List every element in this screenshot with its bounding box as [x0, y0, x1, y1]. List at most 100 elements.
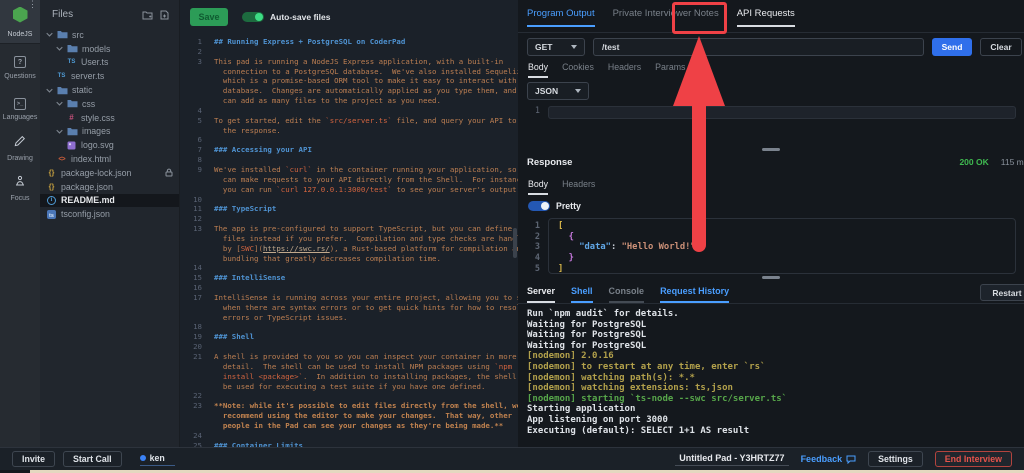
- tree-row-package-lock-json[interactable]: {}package-lock.json: [40, 166, 179, 180]
- folder-file-icon: [67, 44, 78, 53]
- server-log-line: Waiting for PostgreSQL: [527, 320, 1020, 331]
- chevron-down-icon: [571, 45, 577, 49]
- settings-button[interactable]: Settings: [868, 451, 923, 467]
- editor-line: the response.: [180, 126, 518, 136]
- tree-row-server-ts[interactable]: TSserver.ts: [40, 69, 179, 83]
- file-name: css: [82, 99, 95, 109]
- tree-row-readme-md[interactable]: i README.md: [40, 194, 179, 208]
- server-log-line: [nodemon] 2.0.16: [527, 351, 1020, 362]
- editor-line: 22: [180, 391, 518, 401]
- server-log[interactable]: Run `npm audit` for details.Waiting for …: [527, 309, 1020, 436]
- tree-row-static[interactable]: static: [40, 83, 179, 97]
- file-name: static: [72, 85, 93, 95]
- server-log-line: Run `npm audit` for details.: [527, 309, 1020, 320]
- editor-line: 14: [180, 263, 518, 273]
- tree-row-models[interactable]: models: [40, 42, 179, 56]
- server-log-line: Executing (default): SELECT 1+1 AS resul…: [527, 426, 1020, 437]
- tree-row-user-ts[interactable]: TSUser.ts: [40, 56, 179, 70]
- ts-file-icon: TS: [66, 59, 77, 65]
- tree-row-style-css[interactable]: #style.css: [40, 111, 179, 125]
- request-body-input[interactable]: [548, 106, 1016, 119]
- response-body-viewer[interactable]: 1[2 {3 "data": "Hello World!"4 }5]: [518, 221, 1016, 274]
- editor-scrollbar[interactable]: [513, 228, 517, 258]
- editor-toolbar: Save Auto-save files: [180, 0, 518, 34]
- end-interview-button[interactable]: End Interview: [935, 451, 1012, 467]
- tab-api-requests[interactable]: API Requests: [737, 8, 795, 27]
- request-tab-headers[interactable]: Headers: [608, 62, 641, 78]
- request-tab-cookies[interactable]: Cookies: [562, 62, 594, 78]
- drawing-icon: [14, 133, 26, 148]
- editor-line: which is a promise-based ORM tool to mak…: [180, 76, 518, 86]
- tree-row-tsconfig-json[interactable]: tstsconfig.json: [40, 207, 179, 221]
- autosave-toggle[interactable]: [242, 12, 264, 22]
- rail-item-focus[interactable]: Focus: [0, 167, 40, 208]
- chevron-down-icon: [56, 45, 64, 52]
- console-tab-request-history[interactable]: Request History: [660, 286, 729, 303]
- editor-line: 18: [180, 322, 518, 332]
- editor-line: 1## Running Express + PostgreSQL on Code…: [180, 37, 518, 47]
- hash-file-icon: #: [66, 113, 77, 122]
- start-call-button[interactable]: Start Call: [63, 451, 122, 467]
- editor-line: 11### TypeScript: [180, 204, 518, 214]
- rail-item-drawing[interactable]: Drawing: [0, 126, 40, 167]
- tab-private-interviewer-notes[interactable]: Private Interviewer Notes: [613, 8, 719, 27]
- request-tab-body[interactable]: Body: [528, 62, 548, 78]
- file-name: README.md: [61, 195, 115, 205]
- autosave-label: Auto-save files: [270, 12, 330, 22]
- body-type-select[interactable]: JSON: [527, 82, 589, 100]
- user-presence: ken: [140, 453, 175, 466]
- method-value: GET: [535, 42, 552, 52]
- rail-item-nodejs[interactable]: ⋮NodeJS: [0, 0, 40, 44]
- tree-row-src[interactable]: src: [40, 28, 179, 42]
- save-button[interactable]: Save: [190, 8, 228, 26]
- response-tab-body[interactable]: Body: [528, 179, 548, 195]
- request-tab-params[interactable]: Params: [655, 62, 685, 78]
- editor-line: you can run `curl 127.0.0.1:3000/test` t…: [180, 185, 518, 195]
- pretty-toggle[interactable]: [528, 201, 550, 211]
- response-status-badge: 200 OK: [959, 157, 988, 167]
- editor-line: 12: [180, 214, 518, 224]
- request-body-editor[interactable]: 1: [518, 106, 1016, 119]
- feedback-link[interactable]: Feedback: [801, 454, 857, 464]
- markdown-source[interactable]: 1## Running Express + PostgreSQL on Code…: [180, 34, 518, 450]
- invite-button[interactable]: Invite: [12, 451, 55, 467]
- response-json-line: 5]: [518, 264, 1016, 275]
- method-select[interactable]: GET: [527, 38, 585, 56]
- tree-row-index-html[interactable]: <>index.html: [40, 152, 179, 166]
- response-tab-headers[interactable]: Headers: [562, 179, 595, 195]
- editor-line: when there are syntax errors or to get q…: [180, 303, 518, 313]
- pane-resize-handle[interactable]: [518, 147, 1024, 152]
- new-folder-icon[interactable]: [142, 10, 153, 20]
- languages-icon: >_: [14, 96, 26, 111]
- editor-line: errors or TypeScript issues.: [180, 313, 518, 323]
- new-file-icon[interactable]: [160, 10, 169, 20]
- pane-resize-handle[interactable]: [518, 275, 1024, 280]
- rail-item-languages[interactable]: >_Languages: [0, 85, 40, 127]
- file-tree-header: Files: [40, 0, 179, 28]
- info-file-icon: i: [46, 196, 57, 205]
- send-button[interactable]: Send: [932, 38, 972, 56]
- url-input[interactable]: [593, 38, 924, 56]
- tab-program-output[interactable]: Program Output: [527, 8, 595, 27]
- kebab-menu-icon[interactable]: ⋮: [28, 2, 37, 6]
- tree-row-logo-svg[interactable]: logo.svg: [40, 138, 179, 152]
- console-tab-console[interactable]: Console: [609, 286, 645, 303]
- user-name: ken: [150, 453, 165, 463]
- restart-button[interactable]: Restart: [980, 284, 1024, 301]
- rail-item-questions[interactable]: ?Questions: [0, 44, 40, 85]
- clear-button[interactable]: Clear: [980, 38, 1022, 56]
- folder-file-icon: [57, 86, 68, 95]
- chevron-down-icon: [575, 89, 581, 93]
- console-tab-shell[interactable]: Shell: [571, 286, 593, 303]
- console-tab-server[interactable]: Server: [527, 286, 555, 303]
- tree-row-css[interactable]: css: [40, 97, 179, 111]
- server-log-line: [nodemon] starting `ts-node --swc src/se…: [527, 394, 1020, 405]
- pad-title[interactable]: Untitled Pad - Y3HRTZ77: [675, 453, 788, 466]
- tree-row-images[interactable]: images: [40, 125, 179, 139]
- editor-line: 6: [180, 135, 518, 145]
- file-name: logo.svg: [81, 140, 114, 150]
- file-tree-panel: Files srcmodelsTSUser.tsTSserver.ts stati…: [40, 0, 180, 447]
- file-name: index.html: [71, 154, 111, 164]
- tree-row-package-json[interactable]: {}package.json: [40, 180, 179, 194]
- editor-line: 24: [180, 431, 518, 441]
